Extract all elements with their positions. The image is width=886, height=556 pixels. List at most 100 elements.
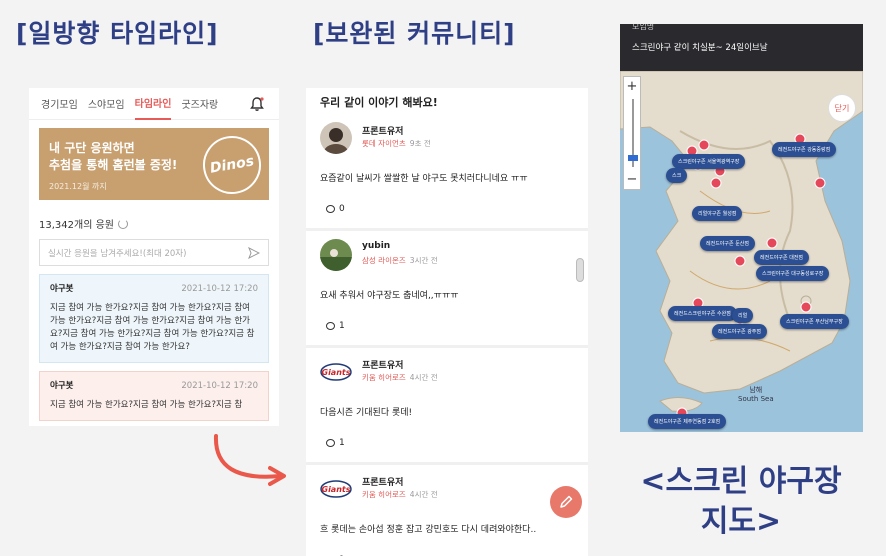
post-meta: 키움 히어로즈 4시간 전 <box>362 489 438 500</box>
map-location-pill[interactable]: 스크 <box>666 168 688 183</box>
korea-map[interactable] <box>620 71 863 432</box>
post-team: 키움 히어로즈 <box>362 490 406 499</box>
message-body: 지금 참여 가능 한가요?지금 참여 가능 한가요?지금 참여 가능 한가요?지… <box>50 303 255 352</box>
post-text: 요즘같이 날씨가 쌀쌀한 날 야구도 못치러다니네요 ㅠㅠ <box>320 174 528 184</box>
post-team: 키움 히어로즈 <box>362 373 406 382</box>
post-author: 프론트유저 <box>362 361 404 371</box>
giants-logo: Giants <box>320 473 352 505</box>
map-location-pill[interactable]: 레전드야구존 둔산점 <box>700 236 755 251</box>
map-location-pill[interactable]: 레전드스크린야구존 수완점 <box>668 306 737 321</box>
cheer-input-placeholder: 실시간 응원을 남겨주세요!(최대 20자) <box>48 248 187 259</box>
avatar <box>320 122 352 154</box>
send-icon[interactable] <box>248 246 260 259</box>
message-body: 지금 참여 가능 한가요?지금 참여 가능 한가요?지금 참 <box>50 400 243 410</box>
post-time: 4시간 전 <box>409 373 438 382</box>
post-text: 흐 롯데는 손아섭 정훈 잡고 강민호도 다시 데려와야한다.. <box>320 525 537 535</box>
map-location-pill[interactable]: 리얼 <box>732 308 754 323</box>
post-time: 3시간 전 <box>409 256 438 265</box>
banner-title: 내 구단 응원하면 추첨을 통해 홈런볼 증정! <box>49 141 178 172</box>
comment-icon <box>326 322 335 330</box>
refresh-icon[interactable] <box>117 218 128 229</box>
giants-logo: Giants <box>320 356 352 388</box>
timeline-message: 야구봇 2021-10-12 17:20 지금 참여 가능 한가요?지금 참여 … <box>39 274 269 363</box>
comment-count-value: 1 <box>339 438 345 448</box>
map-caption: <스크린 야구장 지도> <box>610 462 872 542</box>
screen-baseball-map[interactable]: 모임명 스크린야구 같이 치실분~ 24일이브날 + − 닫기 스크린야구존 서… <box>620 24 863 432</box>
map-header: 모임명 스크린야구 같이 치실분~ 24일이브날 <box>620 24 863 71</box>
close-map-button[interactable]: 닫기 <box>828 94 856 122</box>
sea-label: 남해 South Sea <box>738 386 774 404</box>
post-time: 9초 전 <box>409 139 431 148</box>
post-team: 롯데 자이언츠 <box>362 139 406 148</box>
message-author: 야구봇 <box>50 284 74 294</box>
zoom-out-button[interactable]: − <box>624 172 640 187</box>
comment-count[interactable]: 1 <box>326 438 345 448</box>
community-headline: [보완된 커뮤니티] <box>313 19 516 48</box>
post-author: yubin <box>362 241 391 251</box>
meetup-title: 스크린야구 같이 치실분~ 24일이브날 <box>632 43 768 53</box>
banner-date: 2021.12월 까지 <box>49 182 107 191</box>
community-screen: 우리 같이 이야기 해봐요! 프론트유저 롯데 자이언츠 9초 전 요즘같이 날씨… <box>306 88 588 556</box>
cheer-count-row: 13,342개의 응원 <box>39 216 269 231</box>
svg-text:Giants: Giants <box>322 485 351 494</box>
message-author: 야구봇 <box>50 381 74 391</box>
map-location-pill[interactable]: 스크린야구존 서울역광역구장 <box>672 154 746 169</box>
promo-banner[interactable]: 내 구단 응원하면 추첨을 통해 홈런볼 증정! 2021.12월 까지 Din… <box>39 128 269 200</box>
map-location-pill[interactable]: 레전드야구존 광주점 <box>712 324 767 339</box>
map-location-pill[interactable]: 스크린야구존 부산남부구장 <box>780 314 849 329</box>
message-time: 2021-10-12 17:20 <box>181 381 258 391</box>
community-post[interactable]: Giants 프론트유저 키움 히어로즈 4시간 전 다음시즌 기대된다 롯데! … <box>306 348 588 465</box>
meetup-label: 모임명 <box>632 24 655 31</box>
community-post[interactable]: Giants 프론트유저 키움 히어로즈 4시간 전 흐 롯데는 손아섭 정훈 잡… <box>306 465 588 556</box>
comment-icon <box>326 205 335 213</box>
community-post[interactable]: yubin 삼성 라이온즈 3시간 전 요새 추워서 야구장도 춥네여,,ㅠㅠㅠ … <box>306 231 588 348</box>
sea-label-ko: 남해 <box>749 386 763 394</box>
map-location-pill[interactable]: 레전드야구존 대전점 <box>754 250 809 265</box>
curved-arrow-icon <box>213 434 286 486</box>
comment-icon <box>326 439 335 447</box>
sea-label-en: South Sea <box>738 395 774 403</box>
map-location-pill[interactable]: 레전드야구존 제주연동점 2호점 <box>648 414 727 429</box>
tab-meetups[interactable]: 경기모임 <box>41 88 78 119</box>
tab-bar: 경기모임 스야모임 타임라인 굿즈자랑 <box>29 88 279 120</box>
message-time: 2021-10-12 17:20 <box>181 284 258 294</box>
comment-count-value: 1 <box>339 321 345 331</box>
zoom-control[interactable]: + − <box>623 76 641 190</box>
tab-goods[interactable]: 굿즈자랑 <box>181 88 218 119</box>
post-meta: 키움 히어로즈 4시간 전 <box>362 372 438 383</box>
zoom-in-button[interactable]: + <box>624 79 640 94</box>
map-caption-line1: <스크린 야구장 <box>640 464 842 499</box>
comment-count[interactable]: 1 <box>326 321 345 331</box>
map-location-pill[interactable]: 스크린야구존 대구동성로구장 <box>756 266 830 281</box>
tab-screen-meetups[interactable]: 스야모임 <box>88 88 125 119</box>
post-team: 삼성 라이온즈 <box>362 256 406 265</box>
bell-icon[interactable] <box>249 96 265 112</box>
post-meta: 롯데 자이언츠 9초 전 <box>362 138 431 149</box>
write-post-button[interactable] <box>550 486 582 518</box>
pencil-icon <box>560 495 573 508</box>
community-post[interactable]: 프론트유저 롯데 자이언츠 9초 전 요즘같이 날씨가 쌀쌀한 날 야구도 못치러… <box>306 114 588 231</box>
community-title: 우리 같이 이야기 해봐요! <box>320 96 438 109</box>
cheer-count: 13,342개의 응원 <box>39 220 114 231</box>
avatar <box>320 239 352 271</box>
post-time: 4시간 전 <box>409 490 438 499</box>
post-author: 프론트유저 <box>362 478 404 488</box>
post-text: 다음시즌 기대된다 롯데! <box>320 408 413 418</box>
comment-count-value: 0 <box>339 204 345 214</box>
cheer-input[interactable]: 실시간 응원을 남겨주세요!(최대 20자) <box>39 239 269 266</box>
zoom-slider-handle[interactable] <box>628 155 638 161</box>
post-meta: 삼성 라이온즈 3시간 전 <box>362 255 438 266</box>
map-location-pill[interactable]: 레전드야구존 강동중랑점 <box>772 142 837 157</box>
tab-timeline[interactable]: 타임라인 <box>134 88 172 120</box>
map-caption-line2: 지도> <box>700 504 782 539</box>
map-location-pill[interactable]: 리얼야구존 월성점 <box>692 206 743 221</box>
svg-text:Giants: Giants <box>322 368 351 377</box>
post-author: 프론트유저 <box>362 127 404 137</box>
timeline-message: 야구봇 2021-10-12 17:20 지금 참여 가능 한가요?지금 참여 … <box>39 371 269 421</box>
timeline-screen: 경기모임 스야모임 타임라인 굿즈자랑 내 구단 응원하면 추첨을 통해 홈런볼… <box>29 88 279 426</box>
dinos-logo: Dinos <box>198 131 266 199</box>
timeline-headline: [일방향 타임라인] <box>16 19 219 48</box>
post-text: 요새 추워서 야구장도 춥네여,,ㅠㅠㅠ <box>320 291 459 301</box>
scrollbar[interactable] <box>576 258 584 282</box>
comment-count[interactable]: 0 <box>326 204 345 214</box>
